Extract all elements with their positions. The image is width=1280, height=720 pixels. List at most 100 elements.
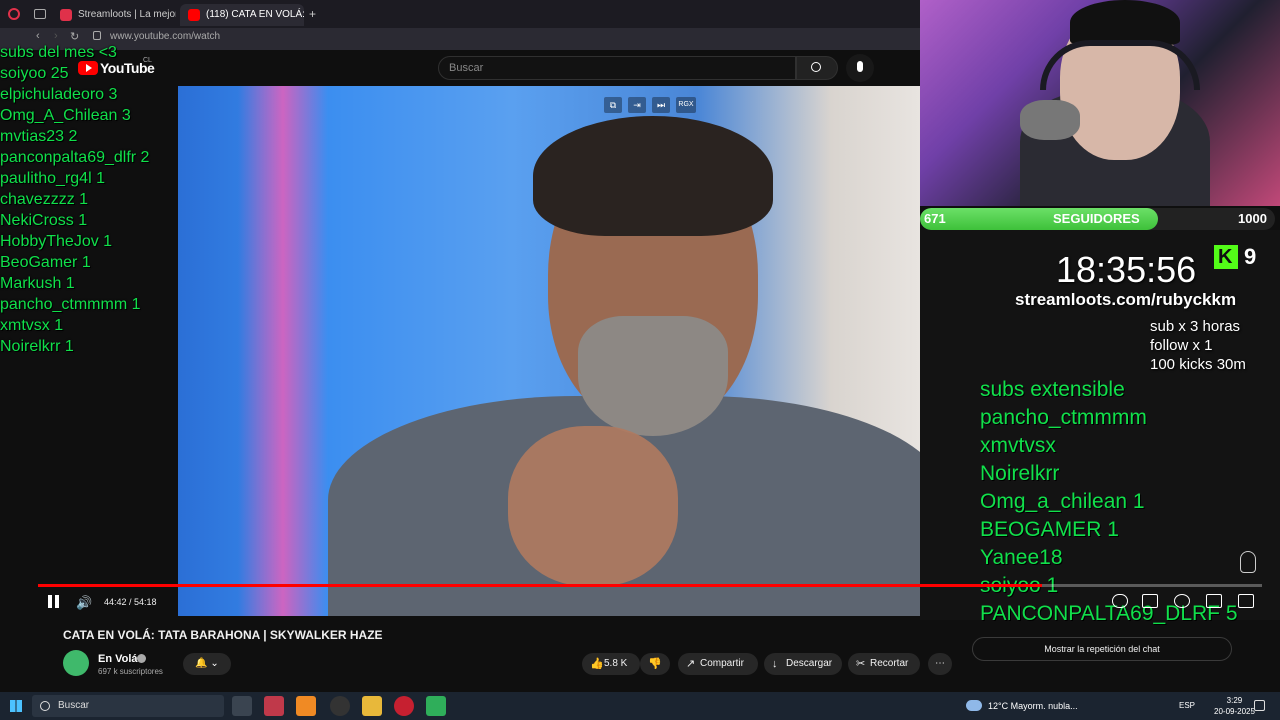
streamloots-url: streamloots.com/rubyckkm [1015, 290, 1237, 309]
subtitles-icon[interactable] [1142, 594, 1158, 608]
app-taskbar-icon[interactable] [296, 696, 316, 716]
search-input[interactable]: Buscar [438, 56, 796, 80]
store-taskbar-icon[interactable] [426, 696, 446, 716]
more-actions-button[interactable]: ⋯ [928, 653, 952, 675]
video-time: 44:42 / 54:18 [104, 597, 157, 607]
subs-list-item: Omg_A_Chilean 3 [0, 107, 131, 124]
url-field[interactable]: www.youtube.com/watch [110, 31, 220, 42]
player-right-controls [1112, 594, 1262, 610]
microphone-icon [1020, 100, 1080, 140]
download-button[interactable]: ↓ Descargar [764, 653, 842, 675]
subs-list-item: NekiCross 1 [0, 212, 88, 229]
video-progress-bar[interactable] [38, 584, 1262, 587]
streamloots-icon [60, 9, 72, 21]
fullscreen-icon[interactable] [1238, 594, 1254, 608]
webcam-person-cap [1070, 0, 1180, 45]
lightbulb-icon[interactable] [1240, 551, 1256, 573]
video-person-hair [533, 116, 773, 236]
subs-list-item: chavezzzz 1 [0, 191, 89, 208]
subs-list-item: panconpalta69_dlfr 2 [0, 149, 150, 166]
forward-icon[interactable]: › [54, 30, 58, 42]
channel-avatar[interactable] [63, 650, 89, 676]
microphone-icon [857, 61, 863, 72]
enter-icon[interactable]: ⇥ [628, 97, 646, 113]
obs-taskbar-icon[interactable] [330, 696, 350, 716]
goal-item: 100 kicks 30m [1150, 356, 1246, 373]
subs-ext-item: BEOGAMER 1 [980, 518, 1119, 541]
subs-list-item: xmtvsx 1 [0, 317, 64, 334]
subs-list-item: elpichuladeoro 3 [0, 86, 118, 103]
theater-mode-icon[interactable] [1206, 594, 1222, 608]
subs-list-item: pancho_ctmmmm 1 [0, 296, 141, 313]
subs-ext-item: pancho_ctmmmm [980, 406, 1147, 429]
settings-gear-icon[interactable] [1174, 594, 1190, 608]
search-icon [811, 62, 821, 72]
lock-icon[interactable] [93, 31, 101, 40]
goal-item: sub x 3 horas [1150, 318, 1241, 335]
followers-current: 671 [924, 211, 946, 226]
voice-search-button[interactable] [846, 54, 874, 82]
youtube-icon [188, 9, 200, 21]
thumbs-up-icon: 👍 [590, 658, 604, 670]
share-button[interactable]: ↗ Compartir [678, 653, 758, 675]
webcam-feed [920, 0, 1280, 206]
notification-bell-button[interactable]: 🔔 ⌄ [183, 653, 231, 675]
followers-goal: 1000 [1238, 211, 1267, 226]
dislike-button[interactable]: 👎 [640, 653, 670, 675]
subs-ext-item: Omg_a_chilean 1 [980, 490, 1145, 513]
subs-list-item: paulitho_rg4l 1 [0, 170, 105, 187]
opera-gx-taskbar-icon[interactable] [264, 696, 284, 716]
subs-ext-item: subs extensible [980, 378, 1125, 401]
subs-ext-item: Noirelkrr [980, 462, 1060, 485]
video-player[interactable] [178, 86, 920, 616]
language-indicator[interactable]: ESP [1179, 701, 1195, 710]
channel-name[interactable]: En Volá [98, 653, 138, 665]
game-icon[interactable] [34, 9, 46, 19]
skip-icon[interactable]: ⏭ [652, 97, 670, 113]
video-title: CATA EN VOLÁ: TATA BARAHONA | SKYWALKER … [63, 628, 383, 642]
windows-start-icon[interactable] [10, 700, 22, 712]
clock-date: 20-09-2025 [1214, 707, 1255, 716]
clip-button[interactable]: ✂ Recortar [848, 653, 920, 675]
volume-icon[interactable]: 🔊 [76, 595, 92, 611]
subs-ext-item: Yanee18 [980, 546, 1063, 569]
search-button[interactable] [796, 56, 838, 80]
thumbs-down-icon: 👎 [648, 658, 662, 670]
new-tab-button[interactable]: + [309, 7, 316, 21]
verified-icon [137, 654, 146, 663]
clock[interactable]: 3:29 20-09-2025 [1214, 695, 1255, 717]
tab-streamloots[interactable]: Streamloots | La mejor pl [52, 4, 176, 26]
weather-text[interactable]: 12°C Mayorm. nubla... [988, 701, 1078, 711]
show-chat-replay-button[interactable]: Mostrar la repetición del chat [972, 637, 1232, 661]
tab-label: (118) CATA EN VOLÁ: T [206, 9, 304, 20]
popout-icon[interactable]: ⧉ [604, 97, 622, 113]
back-icon[interactable]: ‹ [36, 30, 40, 42]
opera-gx-logo-icon[interactable] [8, 8, 20, 20]
video-person-beard [578, 316, 728, 436]
kick-count: 9 [1244, 244, 1257, 269]
file-explorer-icon[interactable] [362, 696, 382, 716]
video-person-hand [508, 426, 678, 586]
subathon-goals: sub x 3 horas follow x 1 100 kicks 30m [1150, 317, 1246, 374]
download-icon: ↓ [772, 658, 778, 670]
weather-icon[interactable] [966, 700, 982, 711]
pause-icon[interactable] [46, 594, 62, 610]
kick-logo-icon [1214, 245, 1238, 269]
tab-label: Streamloots | La mejor pl [78, 9, 176, 20]
notification-icon[interactable] [1254, 700, 1265, 711]
like-button[interactable]: 👍 5.8 K [582, 653, 640, 675]
app-red-taskbar-icon[interactable] [394, 696, 414, 716]
video-light [238, 86, 328, 616]
subs-list-item: BeoGamer 1 [0, 254, 91, 271]
video-progress-fill [38, 584, 1042, 587]
tab-youtube[interactable]: (118) CATA EN VOLÁ: T [180, 4, 304, 26]
like-count: 5.8 K [604, 658, 628, 669]
task-view-icon[interactable] [232, 696, 252, 716]
autoplay-toggle-icon[interactable] [1112, 594, 1128, 608]
taskbar-search-label: Buscar [58, 700, 90, 711]
rgx-button[interactable]: RGX [676, 97, 696, 113]
bell-icon: 🔔 [195, 658, 208, 669]
chevron-down-icon: ⌄ [207, 658, 219, 669]
scissors-icon: ✂ [856, 658, 866, 670]
taskbar-search[interactable]: Buscar [32, 695, 224, 717]
